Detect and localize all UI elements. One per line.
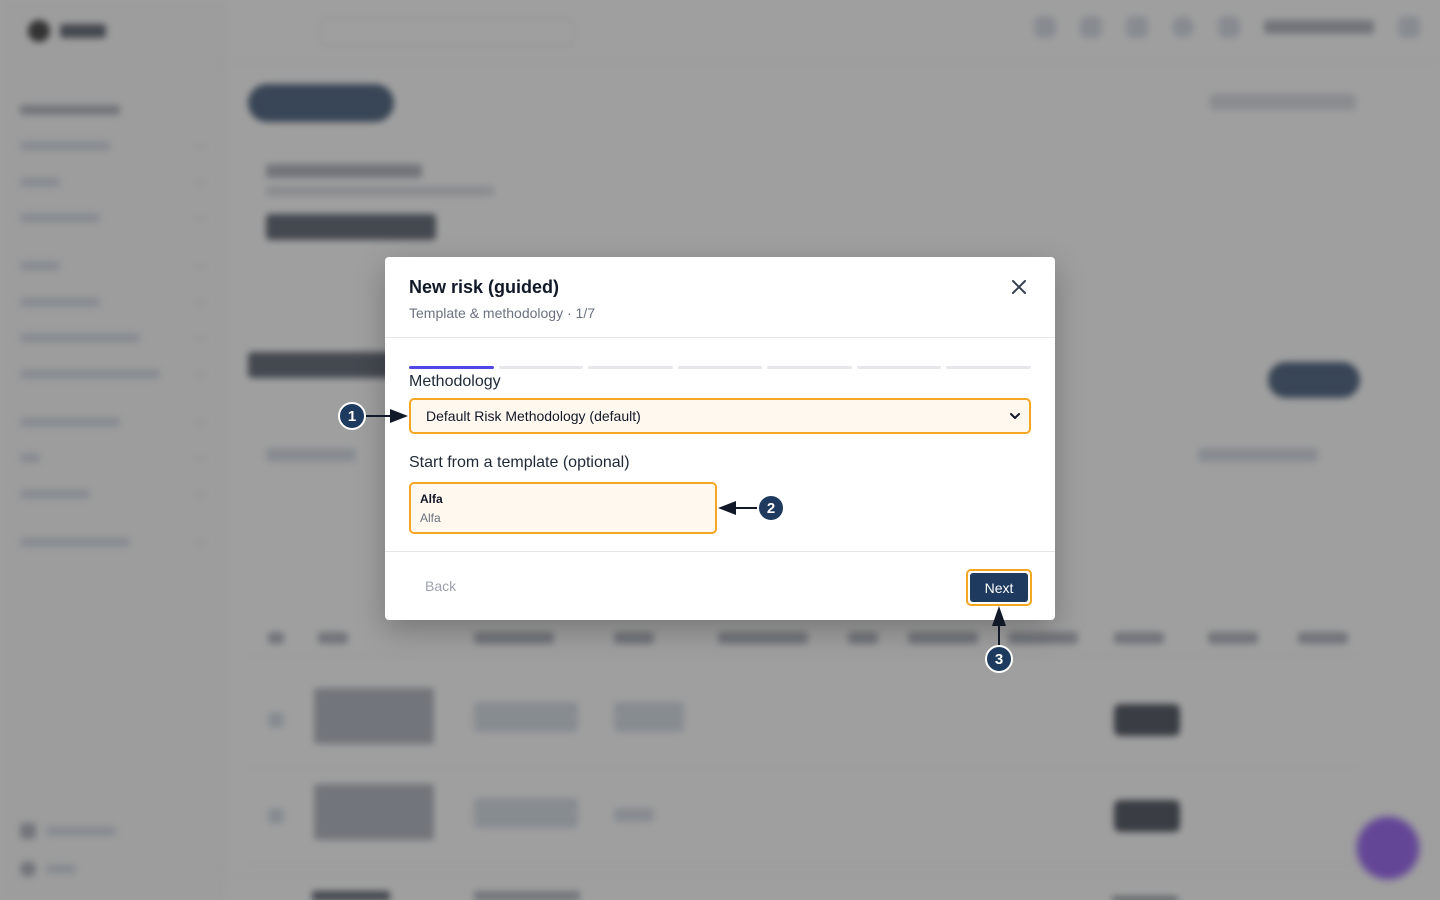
- back-button[interactable]: Back: [425, 578, 456, 594]
- modal-footer: Back Next: [385, 551, 1055, 620]
- step-progress: [409, 366, 1032, 369]
- step-segment: [946, 366, 1032, 369]
- close-button[interactable]: [1009, 277, 1029, 297]
- step-segment: [498, 366, 584, 369]
- chevron-down-icon: [1010, 413, 1020, 419]
- template-label: Start from a template (optional): [409, 454, 630, 471]
- new-risk-modal: New risk (guided) Template & methodology…: [385, 257, 1055, 620]
- next-button[interactable]: Next: [966, 569, 1032, 606]
- methodology-label: Methodology: [409, 373, 501, 390]
- modal-header: New risk (guided) Template & methodology…: [385, 257, 1055, 338]
- methodology-select[interactable]: Default Risk Methodology (default): [409, 398, 1031, 434]
- template-option-card[interactable]: Alfa Alfa: [409, 482, 717, 534]
- step-segment: [767, 366, 852, 369]
- next-button-label: Next: [970, 573, 1028, 602]
- annotation-callout-1: 1: [338, 402, 366, 430]
- modal-title: New risk (guided): [409, 277, 560, 297]
- template-name: Alfa: [420, 492, 443, 506]
- methodology-select-value: Default Risk Methodology (default): [426, 408, 641, 424]
- step-segment: [856, 366, 942, 369]
- step-segment: [677, 366, 763, 369]
- step-segment: [409, 366, 494, 369]
- annotation-callout-3: 3: [985, 645, 1013, 673]
- modal-subtitle: Template & methodology · 1/7: [409, 305, 595, 321]
- step-segment: [588, 366, 673, 369]
- template-description: Alfa: [420, 511, 441, 525]
- annotation-callout-2: 2: [757, 494, 785, 522]
- close-icon: [1012, 280, 1026, 294]
